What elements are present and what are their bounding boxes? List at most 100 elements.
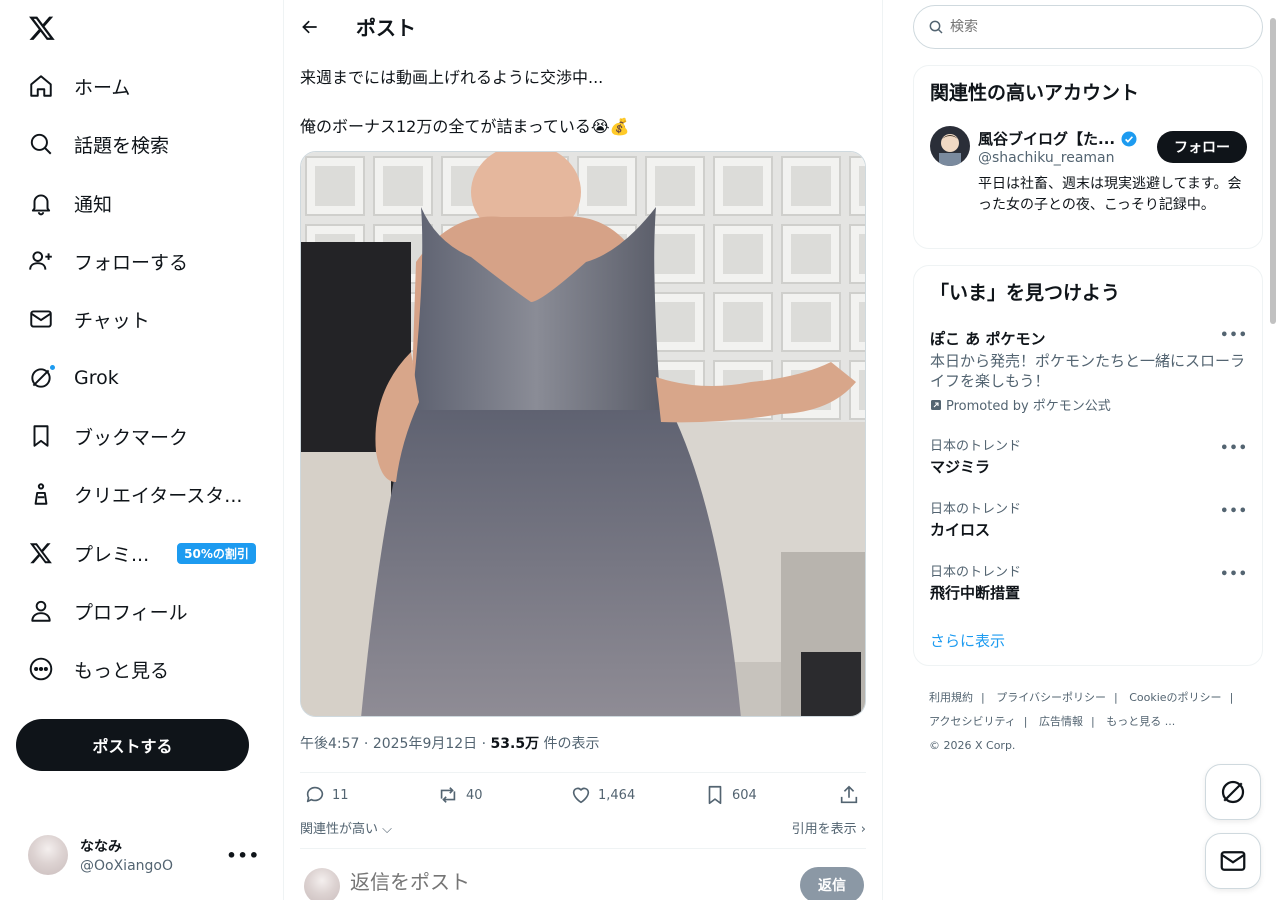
more-options-icon[interactable]: ••• <box>226 846 260 865</box>
mail-icon <box>1220 851 1246 871</box>
nav-notifications[interactable]: 通知 <box>16 179 124 227</box>
bookmark-icon <box>708 785 722 805</box>
recommended-account-name[interactable]: 風谷ブイログ【た... <box>978 128 1138 149</box>
grok-icon <box>28 364 56 391</box>
nav-label: ホーム <box>74 76 131 99</box>
back-button[interactable] <box>292 9 328 45</box>
like-button[interactable]: 1,464 <box>570 784 635 806</box>
tweet-date[interactable]: 2025年9月12日 <box>373 736 477 752</box>
promo-text: 本日から発売！ポケモンたちと一緒にスローライフを楽しもう！ <box>930 352 1246 390</box>
nav-chat[interactable]: チャット <box>16 295 162 343</box>
footer-link[interactable]: Cookieのポリシー <box>1129 691 1221 704</box>
reply-submit-button[interactable]: 返信 <box>800 867 864 900</box>
tweet-text-line: 俺のボーナス12万の全てが詰まっている😭💰 <box>300 117 630 136</box>
quotes-label: 引用を表示 <box>791 822 857 837</box>
reply-input[interactable] <box>350 870 750 894</box>
x-premium-icon <box>28 540 54 566</box>
nav-label: フォローする <box>74 251 189 274</box>
promoted-label: Promoted by ポケモン公式 <box>930 395 1248 414</box>
nav-home[interactable]: ホーム <box>16 62 142 110</box>
footer-link[interactable]: アクセシビリティ <box>929 715 1016 728</box>
follow-icon <box>28 248 54 274</box>
more-options-icon[interactable]: ••• <box>1220 328 1248 343</box>
nav-bookmarks[interactable]: ブックマーク <box>16 412 200 460</box>
discount-badge: 50%の割引 <box>177 542 256 564</box>
nav-label: Grok <box>74 367 119 389</box>
bookmark-icon <box>28 423 54 449</box>
more-options-icon[interactable]: ••• <box>1220 441 1248 456</box>
tweet-time[interactable]: 午後4:57 <box>300 736 359 752</box>
nav-label: プロフィール <box>74 601 188 624</box>
nav-label: もっと見る <box>74 659 170 682</box>
avatar[interactable] <box>930 126 970 166</box>
nav-explore[interactable]: 話題を検索 <box>16 120 181 168</box>
trend-context: 日本のトレンド <box>930 439 1022 454</box>
main-column: ポスト 来週までには動画上げれるように交渉中... 俺のボーナス12万の全てが詰… <box>284 0 883 900</box>
recommended-account-handle: @shachiku_reaman <box>978 150 1115 166</box>
promoted-by-text: Promoted by ポケモン公式 <box>946 399 1111 414</box>
tweet-actions: 11 40 1,464 604 <box>300 780 866 814</box>
page-title: ポスト <box>356 16 416 40</box>
footer-link[interactable]: プライバシーポリシー <box>996 691 1106 704</box>
nav-label: 話題を検索 <box>74 134 170 157</box>
home-icon <box>28 73 54 99</box>
more-options-icon[interactable]: ••• <box>1220 567 1248 582</box>
follow-button[interactable]: フォロー <box>1157 131 1247 163</box>
reply-composer: 返信 <box>300 860 866 900</box>
heart-icon <box>572 787 590 804</box>
tweet-media[interactable] <box>300 151 866 717</box>
share-button[interactable] <box>838 784 860 806</box>
card-title: 「いま」を見つけよう <box>930 282 1121 304</box>
trend-item[interactable]: 日本のトレンド 飛行中断措置 ••• <box>930 561 1248 603</box>
account-switcher[interactable]: ななみ @OoXiangoO ••• <box>16 826 272 884</box>
trend-item[interactable]: 日本のトレンド マジミラ ••• <box>930 435 1248 477</box>
left-navigation: ホーム 話題を検索 通知 フォローする チャット Grok ブックマーク クリエ… <box>0 0 284 900</box>
nav-grok[interactable]: Grok <box>16 354 131 402</box>
discover-card: 「いま」を見つけよう ぽこ あ ポケモン 本日から発売！ポケモンたちと一緒にスロ… <box>913 265 1263 666</box>
copyright: © 2026 X Corp. <box>929 739 1016 752</box>
footer-link[interactable]: 広告情報 <box>1039 715 1083 728</box>
nav-creator-studio[interactable]: クリエイタースタ... <box>16 470 254 518</box>
divider <box>300 848 866 849</box>
scrollbar[interactable] <box>1270 18 1276 324</box>
sort-dropdown[interactable]: 関連性が高い ⌵ <box>300 818 392 837</box>
account-name: ななみ <box>80 839 122 855</box>
footer-link[interactable]: 利用規約 <box>929 691 973 704</box>
bookmark-button[interactable]: 604 <box>704 784 757 806</box>
x-logo-icon[interactable] <box>28 14 56 42</box>
like-count: 1,464 <box>598 787 636 803</box>
retweet-button[interactable]: 40 <box>436 784 483 806</box>
more-icon <box>28 656 54 682</box>
card-title: 関連性の高いアカウント <box>930 82 1140 104</box>
chevron-down-icon: ⌵ <box>382 822 393 837</box>
promoted-trend[interactable]: ぽこ あ ポケモン 本日から発売！ポケモンたちと一緒にスローライフを楽しもう！ … <box>930 328 1248 414</box>
grok-icon <box>1221 780 1245 804</box>
arrow-left-icon <box>302 20 317 33</box>
trend-name: マジミラ <box>930 458 991 476</box>
nav-follow[interactable]: フォローする <box>16 237 200 285</box>
tweet-meta: 午後4:57 · 2025年9月12日 · 53.5万 件の表示 <box>300 736 600 752</box>
nav-more[interactable]: もっと見る <box>16 645 181 693</box>
trend-context: 日本のトレンド <box>930 565 1022 580</box>
mail-icon <box>28 306 54 332</box>
more-options-icon[interactable]: ••• <box>1220 504 1248 519</box>
tweet-views-suffix: 件の表示 <box>543 736 600 752</box>
post-button[interactable]: ポストする <box>16 719 249 771</box>
account-handle: @OoXiangoO <box>80 858 173 874</box>
reply-button[interactable]: 11 <box>304 784 349 806</box>
avatar <box>28 835 68 875</box>
promoted-icon <box>931 399 941 410</box>
grok-fab-button[interactable] <box>1205 764 1261 820</box>
view-quotes-link[interactable]: 引用を表示 › <box>792 818 866 837</box>
nav-premium[interactable]: プレミ... 50%の割引 <box>16 529 268 577</box>
nav-label: ブックマーク <box>74 426 189 449</box>
search-bar[interactable] <box>913 5 1263 49</box>
show-more-link[interactable]: さらに表示 <box>930 630 1005 651</box>
nav-profile[interactable]: プロフィール <box>16 587 200 635</box>
promo-title: ぽこ あ ポケモン <box>930 330 1046 348</box>
messages-fab-button[interactable] <box>1205 833 1261 889</box>
trend-item[interactable]: 日本のトレンド カイロス ••• <box>930 498 1248 540</box>
account-name-text: 風谷ブイログ【た... <box>978 130 1116 148</box>
footer-link[interactable]: もっと見る ... <box>1106 715 1175 728</box>
search-input[interactable] <box>950 19 1230 35</box>
